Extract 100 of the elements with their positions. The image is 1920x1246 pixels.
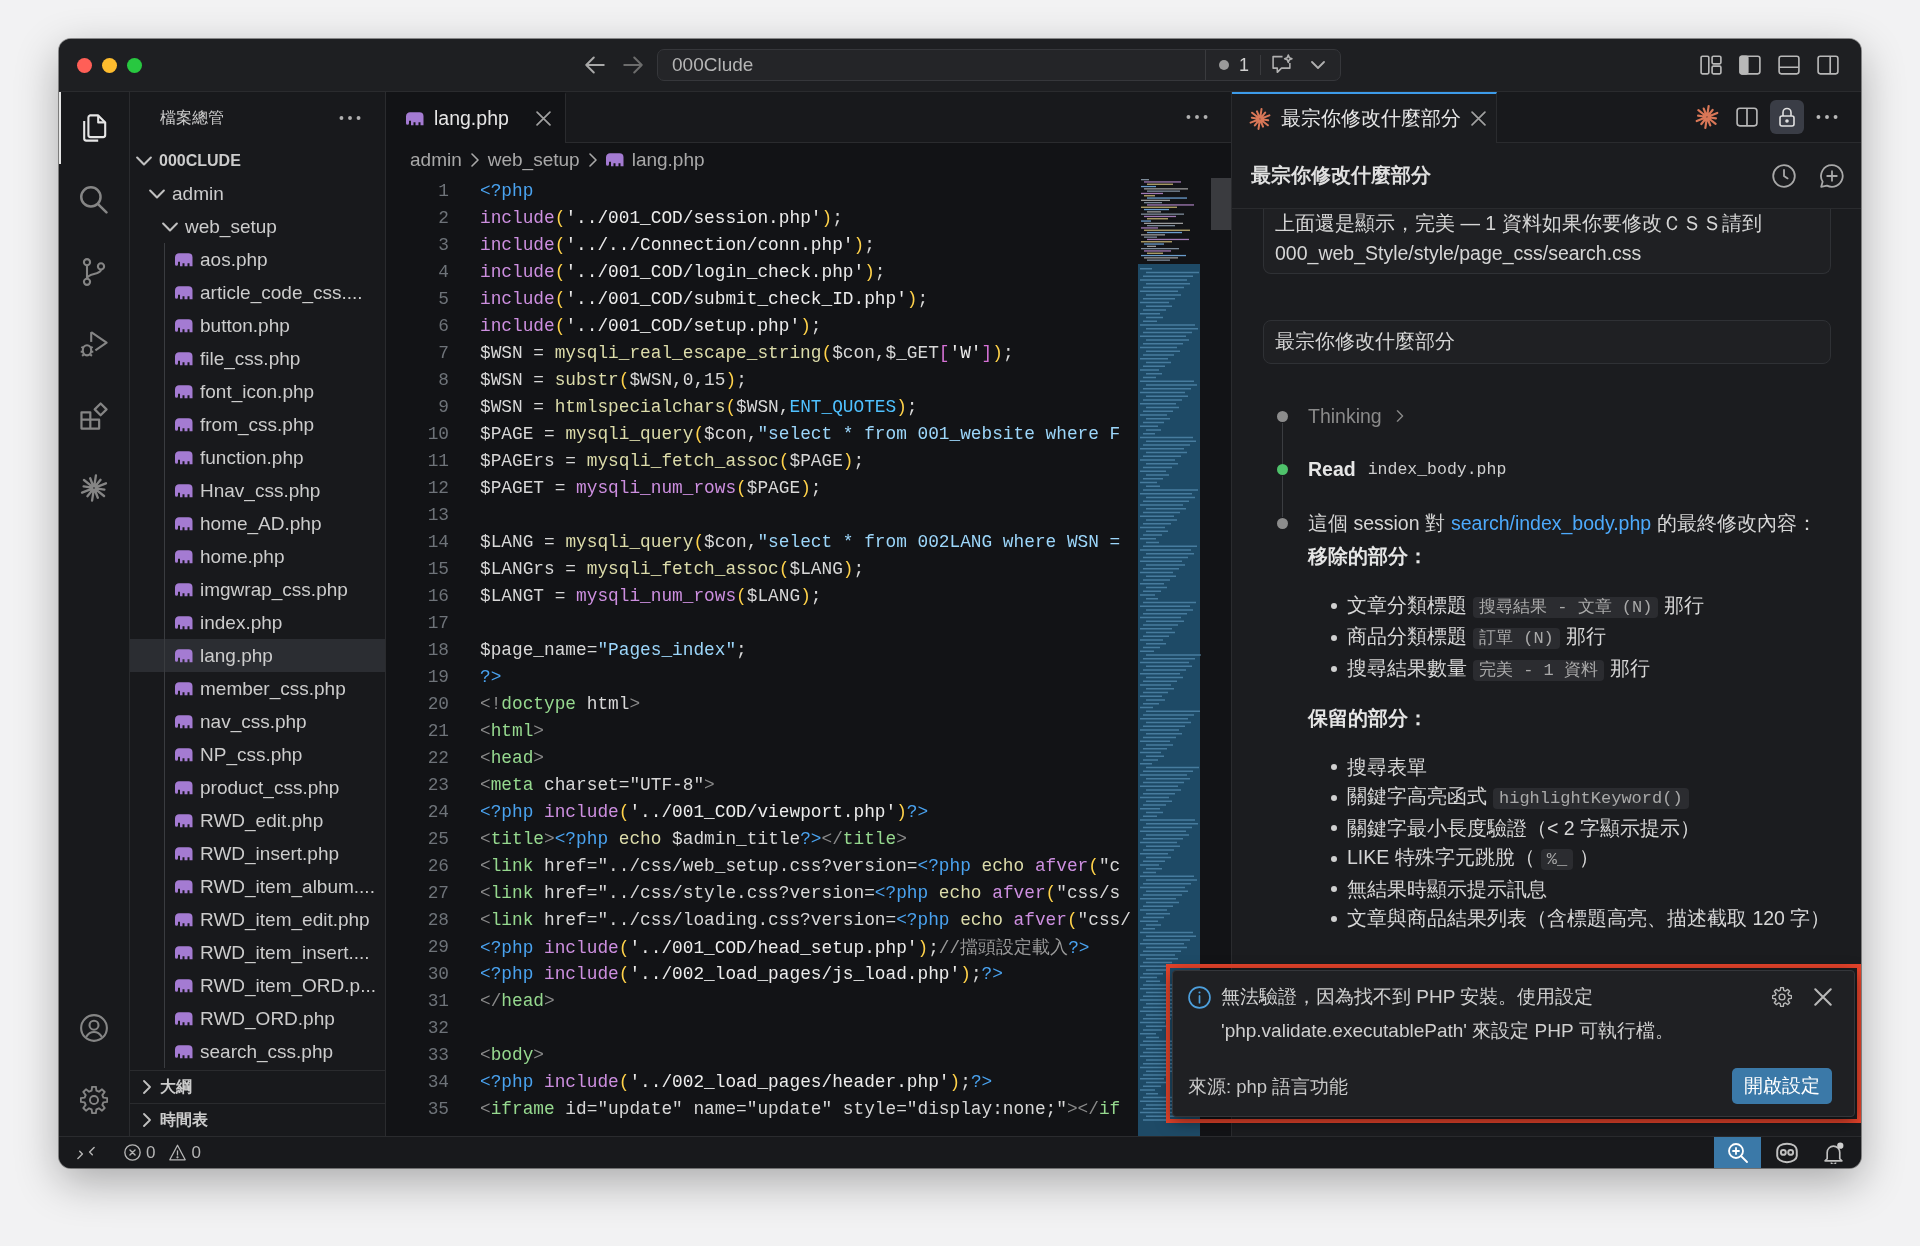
bullet-icon: [1331, 666, 1337, 673]
notification-message: 無法驗證，因為找不到 PHP 安裝。使用設定 'php.validate.executablePath' 來設定 PHP 可執行檔。: [1221, 985, 1675, 1043]
tree-item[interactable]: home.php: [130, 540, 385, 573]
elephant-icon: [175, 714, 193, 729]
line-number: 14: [427, 531, 449, 552]
forward-arrow-icon[interactable]: [623, 55, 643, 75]
user-message: 最宗你修改什麼部分: [1263, 320, 1831, 364]
line-number: 5: [438, 288, 449, 309]
open-settings-button[interactable]: 開啟設定: [1732, 1068, 1832, 1104]
tree-item[interactable]: RWD_insert.php: [130, 837, 385, 870]
tree-item[interactable]: RWD_edit.php: [130, 804, 385, 837]
tree-item[interactable]: web_setup: [130, 210, 385, 243]
list-item-text: 商品分類標題 訂單 (N) 那行: [1347, 624, 1606, 651]
tree-item[interactable]: nav_css.php: [130, 705, 385, 738]
close-icon[interactable]: [1814, 988, 1832, 1006]
maximize-window-button[interactable]: [127, 57, 142, 73]
tree-item[interactable]: button.php: [130, 309, 385, 342]
file-name: index_body.php: [1367, 459, 1507, 481]
lock-button[interactable]: [1770, 100, 1804, 134]
tree-item[interactable]: Hnav_css.php: [130, 474, 385, 507]
settings-icon[interactable]: [1772, 987, 1792, 1007]
line-number: 18: [427, 639, 449, 660]
close-icon[interactable]: [1471, 111, 1486, 126]
info-icon: [1188, 985, 1211, 1009]
elephant-icon: [406, 111, 424, 126]
zoom-button[interactable]: [1714, 1137, 1761, 1168]
elephant-icon: [175, 582, 193, 597]
bullet-icon: [1331, 794, 1337, 801]
split-editor-icon[interactable]: [1736, 106, 1758, 128]
file-link[interactable]: search/index_body.php: [1450, 511, 1652, 534]
code-line: $LANG = mysqli_query($con,"select * from 002LANG where WSN =: [480, 531, 1121, 552]
tree-item[interactable]: lang.php: [130, 639, 385, 672]
breadcrumb-item[interactable]: web_setup: [487, 148, 580, 171]
close-window-button[interactable]: [77, 57, 92, 73]
account-icon[interactable]: [80, 1014, 108, 1042]
section-header[interactable]: 大綱: [130, 1070, 385, 1103]
line-number: 28: [427, 909, 449, 930]
breadcrumb-item[interactable]: admin: [410, 148, 462, 171]
tree-item[interactable]: article_code_css....: [130, 276, 385, 309]
clock-icon[interactable]: [1772, 163, 1796, 188]
elephant-icon: [175, 813, 193, 828]
line-number: 16: [427, 585, 449, 606]
layout-grid-icon[interactable]: [1700, 54, 1722, 76]
panel-toggle-icon[interactable]: [1778, 54, 1800, 76]
tree-item[interactable]: file_css.php: [130, 342, 385, 375]
tree-item[interactable]: RWD_item_album....: [130, 870, 385, 903]
tree-item[interactable]: from_css.php: [130, 408, 385, 441]
chat-plus-icon[interactable]: [1820, 163, 1844, 188]
chat-tab[interactable]: 最宗你修改什麼部分: [1232, 92, 1497, 143]
sidebar-toggle-icon[interactable]: [1739, 54, 1761, 76]
line-number: 35: [427, 1098, 449, 1119]
editor-tab[interactable]: lang.php: [386, 92, 566, 143]
elephant-icon: [175, 285, 193, 300]
command-center[interactable]: 000Clude 1: [657, 49, 1341, 81]
tree-item[interactable]: font_icon.php: [130, 375, 385, 408]
scrollbar-thumb[interactable]: [1211, 178, 1231, 230]
line-number: 27: [427, 882, 449, 903]
minimize-window-button[interactable]: [102, 57, 117, 73]
back-arrow-icon[interactable]: [585, 55, 605, 75]
breadcrumb-item[interactable]: lang.php: [605, 148, 705, 171]
secondary-sidebar-toggle-icon[interactable]: [1817, 54, 1839, 76]
tree-item[interactable]: imgwrap_css.php: [130, 573, 385, 606]
code-line: <?php: [480, 180, 534, 201]
tree-item[interactable]: search_css.php: [130, 1035, 385, 1068]
problems-button[interactable]: 0 0: [124, 1142, 201, 1163]
line-number: 11: [427, 450, 449, 471]
tree-item[interactable]: NP_css.php: [130, 738, 385, 771]
elephant-icon: [175, 615, 193, 630]
code-line: $PAGErs = mysqli_fetch_assoc($PAGE);: [480, 450, 865, 471]
line-number: 24: [427, 801, 449, 822]
tree-item[interactable]: RWD_item_edit.php: [130, 903, 385, 936]
tree-item[interactable]: RWD_ORD.php: [130, 1002, 385, 1035]
bell-icon[interactable]: [1823, 1141, 1845, 1164]
code-line: <head>: [480, 747, 545, 768]
settings-icon[interactable]: [80, 1086, 108, 1114]
line-number: 29: [427, 936, 449, 957]
chevron-down-icon[interactable]: [1311, 58, 1325, 72]
play-bug-icon: [80, 330, 108, 358]
bullet-icon: [1331, 603, 1337, 610]
blocks-icon: [80, 402, 108, 430]
tree-item[interactable]: home_AD.php: [130, 507, 385, 540]
tree-item[interactable]: RWD_item_ORD.p...: [130, 969, 385, 1002]
line-number: 4: [438, 261, 449, 282]
code-line: include('../001_COD/setup.php');: [480, 315, 822, 336]
tree-item[interactable]: admin: [130, 177, 385, 210]
robot-icon[interactable]: [1776, 1141, 1798, 1164]
tree-item[interactable]: product_css.php: [130, 771, 385, 804]
tree-item[interactable]: function.php: [130, 441, 385, 474]
line-number: 12: [427, 477, 449, 498]
notification-source: 來源: php 語言功能: [1188, 1074, 1349, 1099]
close-icon[interactable]: [536, 111, 551, 126]
lock-icon: [1777, 107, 1797, 127]
tree-item[interactable]: 000CLUDE: [130, 144, 385, 177]
asterisk-icon[interactable]: [1695, 105, 1719, 129]
tree-item[interactable]: member_css.php: [130, 672, 385, 705]
tree-item[interactable]: aos.php: [130, 243, 385, 276]
thinking-toggle[interactable]: Thinking: [1308, 401, 1406, 431]
tree-item[interactable]: RWD_item_insert....: [130, 936, 385, 969]
chat-sparkle-icon[interactable]: [1271, 54, 1293, 76]
elephant-icon: [175, 351, 193, 366]
